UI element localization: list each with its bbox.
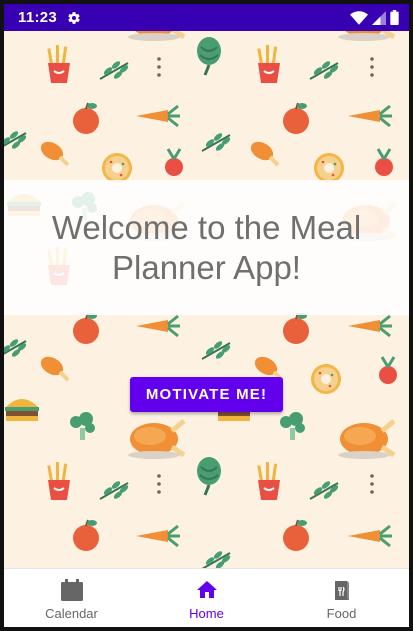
home-icon bbox=[196, 580, 217, 598]
battery-icon bbox=[390, 10, 399, 25]
nav-label-food: Food bbox=[326, 605, 357, 621]
signal-icon bbox=[372, 10, 386, 25]
home-screen: Welcome to the Meal Planner App! MOTIVAT… bbox=[4, 31, 409, 568]
device-frame: 11:23 Welcome to the Meal Planner App! M… bbox=[0, 0, 413, 631]
settings-gear-icon bbox=[68, 11, 80, 24]
welcome-banner: Welcome to the Meal Planner App! bbox=[4, 180, 409, 315]
bottom-navigation: Calendar Home Food bbox=[4, 568, 409, 627]
status-bar: 11:23 bbox=[4, 4, 409, 31]
wifi-icon bbox=[350, 10, 368, 25]
status-icons bbox=[350, 10, 399, 25]
welcome-title: Welcome to the Meal Planner App! bbox=[51, 208, 362, 286]
calendar-icon bbox=[60, 578, 83, 601]
nav-label-calendar: Calendar bbox=[45, 605, 98, 621]
food-icon bbox=[334, 580, 349, 600]
nav-label-home: Home bbox=[189, 605, 224, 621]
nav-item-home[interactable]: Home bbox=[139, 569, 274, 627]
motivate-me-button[interactable]: MOTIVATE ME! bbox=[130, 377, 283, 412]
nav-item-calendar[interactable]: Calendar bbox=[4, 569, 139, 627]
nav-item-food[interactable]: Food bbox=[274, 569, 409, 627]
status-time: 11:23 bbox=[18, 9, 58, 26]
